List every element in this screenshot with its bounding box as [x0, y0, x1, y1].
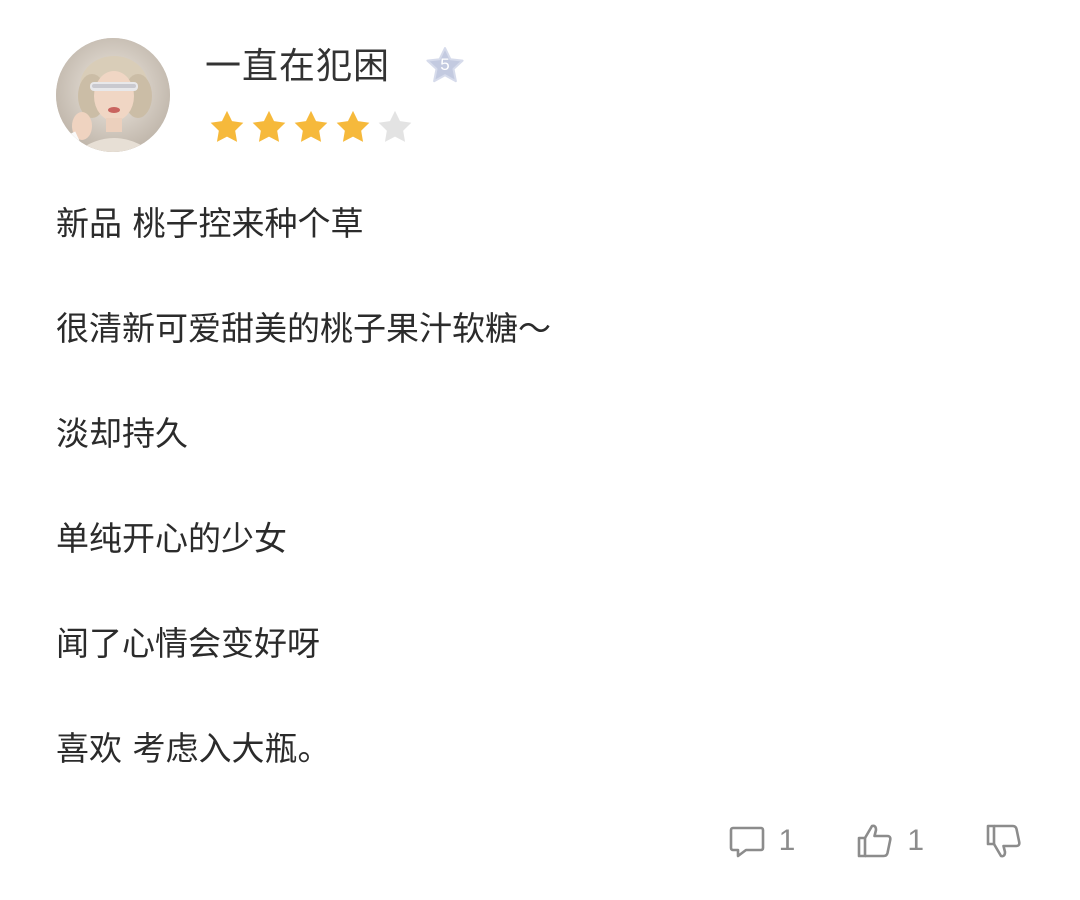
star-filled-icon	[336, 110, 370, 142]
comment-button[interactable]: 1	[727, 821, 796, 861]
comment-count: 1	[778, 824, 796, 857]
star-empty-icon	[378, 110, 412, 142]
star-filled-icon	[210, 110, 244, 142]
user-avatar[interactable]	[56, 38, 170, 152]
star-filled-icon	[294, 110, 328, 142]
username[interactable]: 一直在犯困	[205, 42, 390, 92]
thumbs-down-icon	[986, 824, 1021, 858]
avatar-photo-icon	[56, 38, 170, 152]
comment-icon	[729, 826, 764, 858]
user-level-number: 5	[440, 55, 450, 74]
review-line: 新品 桃子控来种个草	[56, 204, 364, 243]
thumbs-up-icon	[858, 824, 892, 858]
star-rating	[208, 108, 414, 148]
review-actions: 1 1	[727, 816, 1024, 866]
user-level-badge: 5	[424, 46, 466, 86]
like-button[interactable]: 1	[855, 821, 924, 861]
review-card: 一直在犯困 5 新品 桃子控来种个草 很清新可爱甜美的桃子果汁软糖～ 淡却持久 …	[0, 0, 1080, 900]
star-filled-icon	[252, 110, 286, 142]
like-count: 1	[907, 824, 924, 857]
review-line: 闻了心情会变好呀	[56, 624, 320, 663]
review-line: 单纯开心的少女	[56, 519, 287, 558]
dislike-button[interactable]	[984, 821, 1024, 861]
review-text: 新品 桃子控来种个草 很清新可爱甜美的桃子果汁软糖～ 淡却持久 单纯开心的少女 …	[56, 198, 1036, 828]
review-line: 淡却持久	[56, 414, 188, 453]
review-line: 很清新可爱甜美的桃子果汁软糖～	[56, 309, 551, 348]
review-line: 喜欢 考虑入大瓶。	[56, 729, 331, 768]
